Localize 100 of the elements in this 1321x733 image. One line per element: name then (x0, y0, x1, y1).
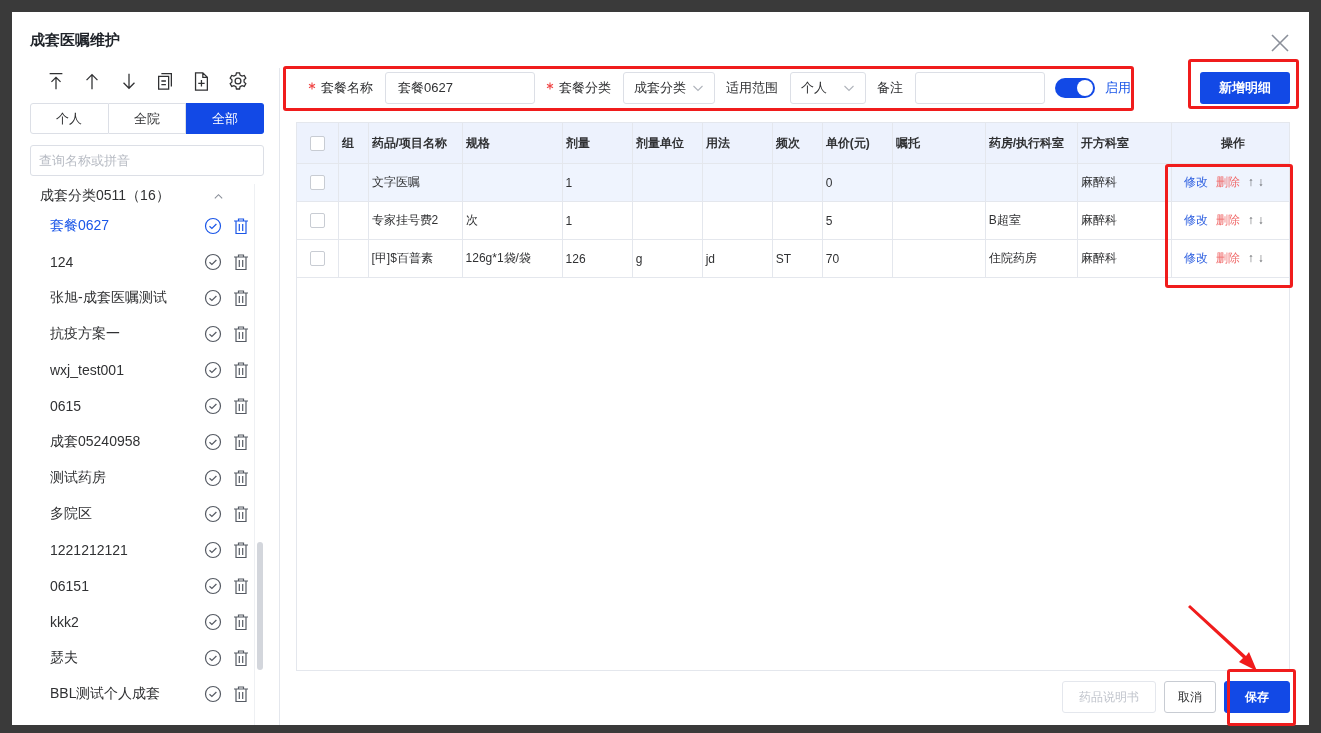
column-header: 嘱托 (895, 135, 920, 150)
table-cell: 126g*1袋/袋 (465, 251, 531, 265)
column-header: 剂量单位 (635, 135, 684, 150)
annotation-frame (1227, 669, 1296, 726)
check-circle-icon[interactable] (204, 613, 222, 631)
checkbox[interactable] (309, 213, 325, 229)
trash-icon[interactable] (232, 685, 250, 703)
table-cell: B超室 (988, 213, 1021, 227)
table-row[interactable]: [甲]$百普素 126g*1袋/袋 126 g jd ST 70 住院药房 麻醉科 修改 删除 ↑ ↓ (297, 239, 1289, 278)
check-circle-icon[interactable] (204, 541, 222, 559)
tree-item[interactable]: 测试药房 (50, 469, 194, 487)
trash-icon[interactable] (232, 577, 250, 595)
table-cell: 麻醉科 (1080, 213, 1117, 227)
check-circle-icon[interactable] (204, 397, 222, 415)
check-circle-icon[interactable] (204, 325, 222, 343)
field-label: 套餐名称 (308, 79, 373, 97)
scope-tab[interactable]: 个人 (30, 103, 109, 134)
checkbox[interactable] (309, 175, 325, 191)
settings-icon[interactable] (227, 71, 248, 91)
tree-item[interactable]: 124 (50, 254, 194, 270)
trash-icon[interactable] (232, 397, 250, 415)
trash-icon[interactable] (232, 649, 250, 667)
tree-item[interactable]: 张旭-成套医嘱测试 (50, 289, 194, 307)
table-cell: 126 (565, 251, 586, 266)
column-header: 剂量 (565, 135, 590, 150)
text-field[interactable]: 套餐0627 (385, 72, 535, 104)
close-icon[interactable] (1271, 34, 1289, 52)
table-cell: 次 (465, 213, 478, 227)
check-circle-icon[interactable] (204, 289, 222, 307)
trash-icon[interactable] (232, 613, 250, 631)
trash-icon[interactable] (232, 505, 250, 523)
tree-item[interactable]: BBL测试个人成套 (50, 685, 194, 703)
trash-icon[interactable] (232, 469, 250, 487)
edit-link[interactable]: 修改 (1183, 175, 1208, 189)
required-icon (308, 82, 316, 90)
tree-item[interactable]: 1221212121 (50, 542, 194, 558)
trash-icon[interactable] (232, 253, 250, 271)
move-arrow[interactable]: ↑ (1247, 251, 1254, 265)
trash-icon[interactable] (232, 325, 250, 343)
column-header: 药房/执行科室 (988, 135, 1065, 150)
move-arrow[interactable]: ↑ (1247, 213, 1254, 227)
check-circle-icon[interactable] (204, 217, 222, 235)
edit-link[interactable]: 修改 (1183, 251, 1208, 265)
table-cell: 0 (825, 175, 833, 190)
column-header: 操作 (1220, 135, 1245, 150)
move-arrow[interactable]: ↓ (1257, 213, 1264, 227)
table-cell: 住院药房 (988, 251, 1037, 265)
tree-item[interactable]: 瑟夫 (50, 649, 194, 667)
check-circle-icon[interactable] (204, 649, 222, 667)
search-field[interactable]: 查询名称或拼音 (30, 145, 264, 176)
move-arrow[interactable]: ↓ (1257, 175, 1264, 189)
tree-item[interactable]: 06151 (50, 578, 194, 594)
trash-icon[interactable] (232, 433, 250, 451)
trash-icon[interactable] (232, 289, 250, 307)
column-header: 频次 (775, 135, 800, 150)
table-cell: 麻醉科 (1080, 251, 1117, 265)
move-arrow[interactable]: ↓ (1257, 251, 1264, 265)
move-arrow[interactable]: ↑ (1247, 175, 1254, 189)
tree-item[interactable]: kkk2 (50, 614, 194, 630)
primary-button[interactable]: 保存 (1224, 681, 1290, 713)
table-cell: 文字医嘱 (371, 175, 420, 189)
check-circle-icon[interactable] (204, 577, 222, 595)
tree-item[interactable]: 成套05240958 (50, 433, 194, 451)
tree-item[interactable]: 套餐0627 (50, 217, 194, 235)
column-header: 药品/项目名称 (371, 135, 447, 150)
checkbox[interactable] (309, 135, 325, 151)
scrollbar-thumb[interactable] (257, 542, 263, 670)
check-circle-icon[interactable] (204, 433, 222, 451)
select-field[interactable]: 成套分类 (623, 72, 715, 104)
check-circle-icon[interactable] (204, 505, 222, 523)
table-cell: 5 (825, 213, 833, 228)
table-cell: 1 (565, 213, 573, 228)
trash-icon[interactable] (232, 361, 250, 379)
trash-icon[interactable] (232, 217, 250, 235)
tree-item[interactable]: 多院区 (50, 505, 194, 523)
footer-button[interactable]: 取消 (1164, 681, 1216, 713)
toggle-switch[interactable] (1055, 78, 1095, 98)
trash-icon[interactable] (232, 541, 250, 559)
tree-item[interactable]: 0615 (50, 398, 194, 414)
table-cell: jd (705, 251, 715, 266)
select-field[interactable]: 个人 (790, 72, 866, 104)
check-circle-icon[interactable] (204, 253, 222, 271)
group-label[interactable]: 成套分类0511（16） (40, 187, 170, 205)
add-button[interactable]: 新增明细 (1200, 72, 1290, 104)
annotation-arrow (1188, 605, 1257, 671)
column-header: 开方科室 (1080, 135, 1129, 150)
scope-tab[interactable]: 全部 (186, 103, 264, 134)
tree-item[interactable]: 抗疫方案一 (50, 325, 194, 343)
table-row[interactable]: 文字医嘱 1 0 麻醉科 修改 删除 ↑ ↓ (297, 163, 1289, 202)
checkbox[interactable] (309, 251, 325, 267)
check-circle-icon[interactable] (204, 469, 222, 487)
check-circle-icon[interactable] (204, 685, 222, 703)
text-field[interactable] (915, 72, 1045, 104)
toggle-label: 启用 (1105, 79, 1131, 97)
scope-tab[interactable]: 全院 (108, 103, 187, 134)
edit-link[interactable]: 修改 (1183, 213, 1208, 227)
table-row[interactable]: 专家挂号费2 次 1 5 B超室 麻醉科 修改 删除 ↑ ↓ (297, 201, 1289, 240)
tree-item[interactable]: wxj_test001 (50, 362, 194, 378)
field-label: 适用范围 (726, 79, 778, 97)
check-circle-icon[interactable] (204, 361, 222, 379)
